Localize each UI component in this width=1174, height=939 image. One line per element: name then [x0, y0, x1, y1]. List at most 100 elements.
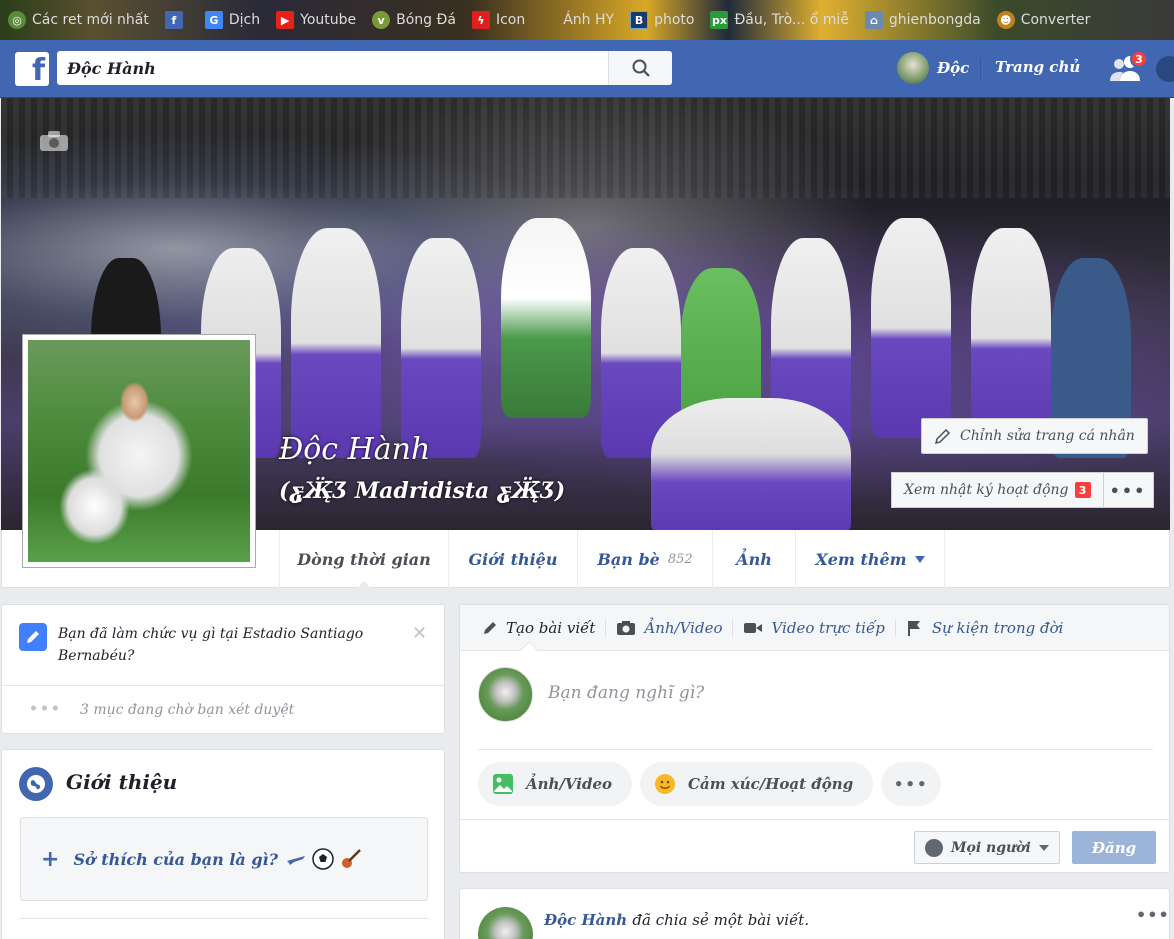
translate-icon: G: [204, 11, 223, 29]
messenger-button[interactable]: [1156, 56, 1174, 82]
bookmark-item[interactable]: ▶ Youtube: [268, 0, 364, 40]
bookmark-item[interactable]: ◎ Các ret mới nhất: [0, 0, 157, 40]
flash-icon: ϟ: [471, 11, 490, 29]
intro-card: Giới thiệu + Sở thích của bạn là gì?: [1, 749, 445, 939]
pending-review-link[interactable]: 3 mục đang chờ bạn xét duyệt: [80, 702, 294, 718]
facebook-icon: f: [164, 11, 183, 29]
camera-icon[interactable]: [39, 130, 69, 152]
feed-post: Độc Hành đã chia sẻ một bài viết. •••: [459, 888, 1170, 939]
add-hobbies-button[interactable]: + Sở thích của bạn là gì?: [20, 817, 428, 901]
bookmark-item[interactable]: G Dịch: [197, 0, 268, 40]
divider: [478, 749, 1153, 750]
post-input-placeholder[interactable]: Bạn đang nghĩ gì?: [548, 683, 704, 703]
globe-icon: [19, 767, 53, 801]
caret-down-icon: [1038, 844, 1049, 851]
avatar: [478, 907, 533, 939]
profile-picture-image: [28, 340, 250, 562]
soccer-icon: v: [372, 11, 391, 29]
plus-icon: +: [41, 846, 60, 872]
video-camera-icon: [744, 622, 763, 633]
more-dots-icon: •••: [29, 701, 62, 717]
cover-nickname: (ƹ̵̡Ӝ̵̨̄Ʒ Madridista ƹ̵̡Ӝ̵̨̄Ʒ): [279, 478, 566, 504]
intro-title: Giới thiệu: [66, 770, 178, 794]
friends-count: 852: [667, 551, 693, 567]
post-options-button[interactable]: •••: [1136, 905, 1170, 924]
activity-log-button[interactable]: Xem nhật ký hoạt động 3: [891, 472, 1104, 508]
divider: [20, 918, 428, 919]
composer-tab-live-video[interactable]: Video trực tiếp: [733, 605, 894, 651]
tab-friends[interactable]: Bạn bè 852: [578, 530, 713, 588]
composer-actions: Ảnh/Video Cảm xúc/Hoạt động •••: [478, 762, 942, 806]
pencil-icon: [934, 428, 951, 445]
bookmarks-bar: ◎ Các ret mới nhất f G Dịch ▶ Youtube v Bóng…: [0, 0, 1174, 40]
globe-icon: [925, 838, 943, 857]
search-input[interactable]: [57, 51, 608, 85]
bookmark-item[interactable]: v Bóng Đá: [364, 0, 464, 40]
cover-more-button[interactable]: •••: [1103, 472, 1154, 508]
cover-figure: [651, 398, 851, 530]
tab-about[interactable]: Giới thiệu: [449, 530, 578, 588]
pencil-icon: [484, 621, 496, 634]
profile-question-card: Bạn đã làm chức vụ gì tại Estadio Santia…: [1, 604, 445, 734]
facebook-top-bar: f Độc Trang chủ 3: [0, 40, 1174, 98]
post-header: Độc Hành đã chia sẻ một bài viết.: [544, 911, 809, 929]
px-icon: px: [710, 11, 729, 29]
question-text[interactable]: Bạn đã làm chức vụ gì tại Estadio Santia…: [58, 623, 398, 667]
cover-figure: [291, 228, 381, 458]
soccer-ball-icon: [312, 848, 334, 870]
composer-tabs: Tạo bài viết Ảnh/Video Video trực tiếp S…: [460, 605, 1169, 651]
nav-home-link[interactable]: Trang chủ: [995, 58, 1080, 76]
cover-profile-name: Độc Hành: [279, 432, 431, 467]
bookmark-item[interactable]: Ánh HY: [533, 0, 622, 40]
activity-badge: 3: [1074, 482, 1091, 498]
profile-picture[interactable]: [22, 334, 256, 568]
add-photo-video-button[interactable]: Ảnh/Video: [478, 762, 633, 806]
post-composer: Tạo bài viết Ảnh/Video Video trực tiếp S…: [459, 604, 1170, 873]
b-icon: B: [630, 11, 649, 29]
facebook-logo[interactable]: f: [15, 52, 49, 86]
cover-figure: [971, 228, 1051, 448]
composer-tab-life-event[interactable]: Sự kiện trong đời: [896, 605, 1074, 651]
edit-profile-button[interactable]: Chỉnh sửa trang cá nhân: [921, 418, 1148, 454]
bookmark-item[interactable]: ϟ Icon: [464, 0, 533, 40]
post-action-text: đã chia sẻ một bài viết.: [632, 911, 810, 929]
camera-icon: [617, 620, 636, 635]
tab-more[interactable]: Xem thêm: [796, 530, 945, 588]
pencil-icon: [19, 623, 47, 651]
close-icon[interactable]: ✕: [412, 623, 427, 644]
search-box: [57, 51, 672, 85]
guitar-icon: [342, 849, 361, 868]
tab-photos[interactable]: Ảnh: [713, 530, 796, 588]
globe-icon: ◎: [8, 11, 26, 29]
bookmark-item[interactable]: f: [157, 0, 197, 40]
search-button[interactable]: [608, 51, 672, 85]
divider: [2, 685, 444, 686]
bookmark-item[interactable]: ⌂ ghienbongda: [857, 0, 989, 40]
caret-down-icon: [914, 555, 925, 563]
post-author-link[interactable]: Độc Hành: [544, 911, 627, 929]
friend-requests-button[interactable]: 3: [1108, 50, 1148, 84]
flag-icon: [907, 620, 920, 636]
monkey-icon: ☻: [996, 11, 1015, 29]
feeling-activity-button[interactable]: Cảm xúc/Hoạt động: [640, 762, 874, 806]
hobby-emoji-group: [286, 848, 362, 870]
composer-tab-photo-video[interactable]: Ảnh/Video: [606, 605, 732, 651]
hobby-prompt: Sở thích của bạn là gì?: [73, 849, 279, 869]
airplane-icon: [287, 856, 306, 865]
house-icon: ⌂: [864, 11, 883, 29]
bookmark-item[interactable]: px Đầu, Trò... ổ miễ: [702, 0, 856, 40]
bookmark-item[interactable]: Bphoto: [622, 0, 702, 40]
composer-more-button[interactable]: •••: [881, 762, 942, 806]
post-button[interactable]: Đăng: [1072, 831, 1156, 864]
composer-tab-create-post[interactable]: Tạo bài viết: [472, 605, 605, 651]
nav-divider: [980, 58, 981, 80]
nav-profile-name: Độc: [937, 59, 970, 77]
audience-selector[interactable]: Mọi người: [914, 831, 1060, 864]
avatar: [478, 667, 533, 722]
nav-profile-link[interactable]: Độc: [897, 52, 969, 84]
tab-timeline[interactable]: Dòng thời gian: [279, 530, 449, 589]
cover-figure: [401, 238, 481, 458]
activity-log-group: Xem nhật ký hoạt động 3 •••: [891, 472, 1154, 508]
friend-requests-badge: 3: [1130, 50, 1148, 68]
bookmark-item[interactable]: ☻ Converter: [989, 0, 1099, 40]
